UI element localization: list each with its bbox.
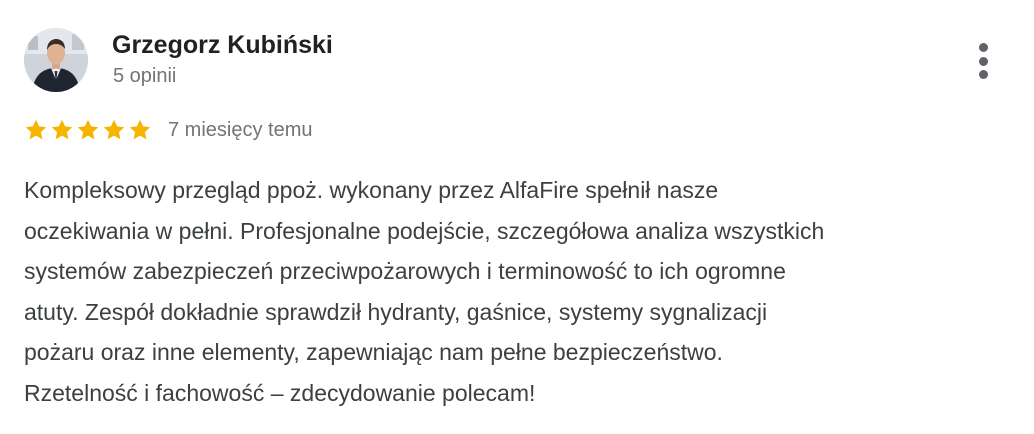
star-rating [24, 118, 152, 142]
rating-row: 7 miesięcy temu [24, 116, 313, 144]
more-vert-icon-dot [978, 43, 988, 52]
author-name[interactable]: Grzegorz Kubiński [112, 30, 333, 60]
more-vert-icon-dot [978, 56, 988, 66]
avatar-photo [24, 28, 88, 92]
star-icon [102, 118, 126, 142]
review-text-line: systemów zabezpieczeń przeciwpożarowych … [24, 258, 786, 284]
review-time: 7 miesięcy temu [168, 119, 313, 141]
review-text-line: Rzetelność i fachowość – zdecydowanie po… [24, 379, 536, 406]
star-icon [128, 118, 152, 142]
star-icon [76, 118, 100, 142]
review-text-line: Kompleksowy przegląd ppoż. wykonany prze… [24, 177, 719, 203]
more-options-button[interactable] [968, 40, 998, 82]
star-icon [50, 118, 74, 142]
review-text-line: pożaru oraz inne elementy, zapewniając n… [24, 339, 723, 365]
star-icon [24, 118, 48, 142]
author-review-count[interactable]: 5 opinii [113, 64, 176, 88]
review-card: Grzegorz Kubiński 5 opinii 7 miesięcy te… [0, 0, 1034, 434]
more-vert-icon-dot [978, 70, 988, 79]
review-text-line: oczekiwania w pełni. Profesjonalne podej… [24, 217, 825, 244]
review-text-line: atuty. Zespół dokładnie sprawdził hydran… [24, 298, 768, 325]
author-avatar[interactable] [24, 28, 88, 92]
review-text: Kompleksowy przegląd ppoż. wykonany prze… [24, 170, 1014, 413]
